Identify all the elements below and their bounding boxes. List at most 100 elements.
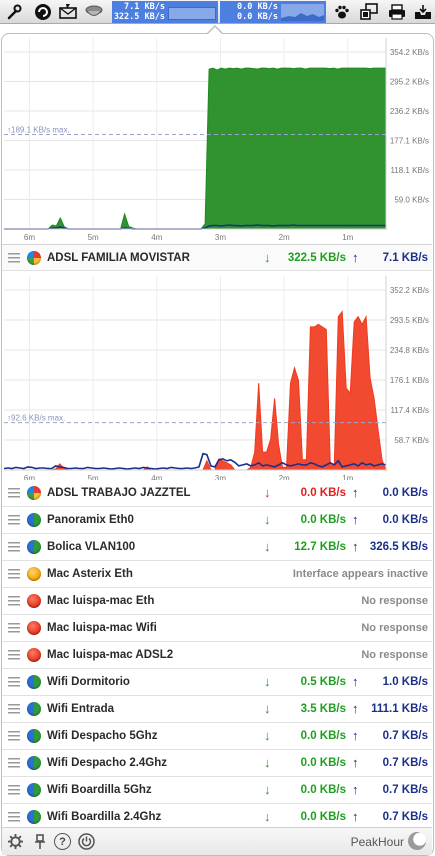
- upload-arrow-icon: ↑: [352, 485, 359, 500]
- interface-row[interactable]: Panoramix Eth0 ↓ 0.0 KB/s ↑ 0.0 KB/s: [2, 507, 432, 534]
- download-arrow-icon: ↓: [264, 782, 271, 797]
- drag-handle-icon[interactable]: [8, 253, 20, 264]
- upload-arrow-icon: ↑: [352, 250, 359, 265]
- status-dot-icon: [27, 621, 41, 635]
- mail-bolt-icon[interactable]: [58, 2, 78, 22]
- download-arrow-icon: ↓: [264, 512, 271, 527]
- x-tick-label: 6m: [24, 233, 35, 242]
- status-dot-icon: [27, 567, 41, 581]
- printer-icon[interactable]: [387, 2, 407, 22]
- drag-handle-icon[interactable]: [8, 623, 20, 634]
- cup-icon[interactable]: [84, 2, 104, 22]
- network-meter-1[interactable]: 7.1 KB/s 322.5 KB/s: [112, 1, 218, 23]
- help-icon[interactable]: ?: [54, 833, 71, 850]
- power-icon[interactable]: [78, 833, 95, 850]
- drag-handle-icon[interactable]: [8, 731, 20, 742]
- upload-arrow-icon: ↑: [352, 809, 359, 824]
- interface-name: Wifi Boardilla 5Ghz: [47, 784, 152, 796]
- interface-row[interactable]: Mac luispa-mac ADSL2 No response: [2, 642, 432, 669]
- pin-icon[interactable]: [31, 833, 48, 850]
- y-tick-label: 354.2 KB/s: [390, 48, 429, 57]
- x-tick-label: 5m: [88, 233, 99, 242]
- meter1-down-text: 322.5 KB/s: [113, 12, 165, 22]
- help-glyph: ?: [59, 835, 66, 848]
- download-arrow-icon: ↓: [264, 674, 271, 689]
- drag-handle-icon[interactable]: [8, 677, 20, 688]
- menu-bar: 7.1 KB/s 322.5 KB/s 0.0 KB/s 0.0 KB/s: [0, 0, 435, 24]
- peakhour-logo: [408, 832, 426, 850]
- download-arrow-icon: ↓: [264, 728, 271, 743]
- interface-row[interactable]: Wifi Despacho 5Ghz ↓ 0.0 KB/s ↑ 0.7 KB/s: [2, 723, 432, 750]
- interface-name: Wifi Despacho 5Ghz: [47, 730, 158, 742]
- drag-handle-icon[interactable]: [8, 488, 20, 499]
- status-dot-icon: [27, 540, 41, 554]
- interface-row[interactable]: Wifi Boardilla 5Ghz ↓ 0.0 KB/s ↑ 0.7 KB/s: [2, 777, 432, 804]
- upload-rate: 0.7 KB/s: [382, 757, 428, 769]
- download-rate: 0.0 KB/s: [300, 730, 346, 742]
- tray-icon[interactable]: [413, 2, 433, 22]
- network-meter-2[interactable]: 0.0 KB/s 0.0 KB/s: [220, 1, 326, 23]
- y-tick-label: 117.4 KB/s: [390, 406, 429, 415]
- meter1-up-text: 7.1 KB/s: [124, 2, 165, 12]
- status-dot-icon: [27, 513, 41, 527]
- interface-name: Wifi Entrada: [47, 703, 114, 715]
- interface-row[interactable]: ADSL TRABAJO JAZZTEL ↓ 0.0 KB/s ↑ 0.0 KB/s: [2, 480, 432, 507]
- status-dot-icon: [27, 783, 41, 797]
- drag-handle-icon[interactable]: [8, 596, 20, 607]
- upload-rate: 0.7 KB/s: [382, 730, 428, 742]
- download-rate: 0.5 KB/s: [300, 676, 346, 688]
- interface-row[interactable]: Wifi Dormitorio ↓ 0.5 KB/s ↑ 1.0 KB/s: [2, 669, 432, 696]
- interface-row[interactable]: Wifi Entrada ↓ 3.5 KB/s ↑ 111.1 KB/s: [2, 696, 432, 723]
- drag-handle-icon[interactable]: [8, 785, 20, 796]
- status-dot-icon: [27, 702, 41, 716]
- upload-arrow-icon: ↑: [352, 539, 359, 554]
- interface-row[interactable]: Mac luispa-mac Wifi No response: [2, 615, 432, 642]
- interface-row[interactable]: Bolica VLAN100 ↓ 12.7 KB/s ↑ 326.5 KB/s: [2, 534, 432, 561]
- download-rate: 0.0 KB/s: [300, 487, 346, 499]
- interface-status: No response: [361, 595, 428, 607]
- upload-arrow-icon: ↑: [352, 674, 359, 689]
- interface-row[interactable]: Mac luispa-mac Eth No response: [2, 588, 432, 615]
- status-dot-icon: [27, 810, 41, 824]
- x-tick-label: 2m: [279, 233, 290, 242]
- drag-handle-icon[interactable]: [8, 569, 20, 580]
- interface-name: Wifi Boardilla 2.4Ghz: [47, 811, 162, 823]
- download-arrow-icon: ↓: [264, 539, 271, 554]
- interface-row[interactable]: ADSL FAMILIA MOVISTAR ↓ 322.5 KB/s ↑ 7.1 KB/…: [2, 244, 432, 271]
- interface-row[interactable]: Wifi Despacho 2.4Ghz ↓ 0.0 KB/s ↑ 0.7 KB/s: [2, 750, 432, 777]
- paw-icon[interactable]: [332, 2, 352, 22]
- interface-name: Mac Asterix Eth: [47, 568, 133, 580]
- wrench-icon[interactable]: [4, 2, 24, 22]
- gear-icon[interactable]: [7, 833, 24, 850]
- status-dot-icon: [27, 648, 41, 662]
- upload-rate: 326.5 KB/s: [369, 541, 428, 553]
- network-monitor-icon[interactable]: [359, 2, 379, 22]
- interface-row[interactable]: Mac Asterix Eth Interface appears inactiv…: [2, 561, 432, 588]
- upload-arrow-icon: ↑: [352, 512, 359, 527]
- chart-familia-movistar: 354.2 KB/s 295.2 KB/s 236.2 KB/s 177.1 KB/s…: [2, 38, 432, 248]
- y-tick-label: 59.0 KB/s: [394, 196, 429, 205]
- download-rate: 0.0 KB/s: [300, 514, 346, 526]
- drag-handle-icon[interactable]: [8, 704, 20, 715]
- brand-name: PeakHour: [350, 835, 404, 849]
- meter1-bar: [168, 7, 216, 20]
- drag-handle-icon[interactable]: [8, 515, 20, 526]
- drag-handle-icon[interactable]: [8, 758, 20, 769]
- drag-handle-icon[interactable]: [8, 542, 20, 553]
- status-dot-icon: [27, 594, 41, 608]
- y-tick-label: 236.2 KB/s: [390, 107, 429, 116]
- status-dot-icon: [27, 756, 41, 770]
- y-tick-label: 177.1 KB/s: [390, 137, 429, 146]
- max-label: ↑92.6 KB/s max.: [7, 414, 65, 423]
- max-label: ↑189.1 KB/s max.: [7, 126, 70, 135]
- interface-name: Mac luispa-mac Wifi: [47, 622, 157, 634]
- drag-handle-icon[interactable]: [8, 812, 20, 823]
- drag-handle-icon[interactable]: [8, 650, 20, 661]
- swirl-icon[interactable]: [33, 2, 53, 22]
- download-arrow-icon: ↓: [264, 701, 271, 716]
- popover-caret-fill: [207, 27, 223, 35]
- download-rate: 0.0 KB/s: [300, 757, 346, 769]
- chart-trabajo-jazztel: 352.2 KB/s 293.5 KB/s 234.8 KB/s 176.1 KB/s…: [2, 276, 432, 482]
- interface-name: Panoramix Eth0: [47, 514, 134, 526]
- peakhour-window: 7.1 KB/s 322.5 KB/s 0.0 KB/s 0.0 KB/s 35…: [0, 0, 435, 856]
